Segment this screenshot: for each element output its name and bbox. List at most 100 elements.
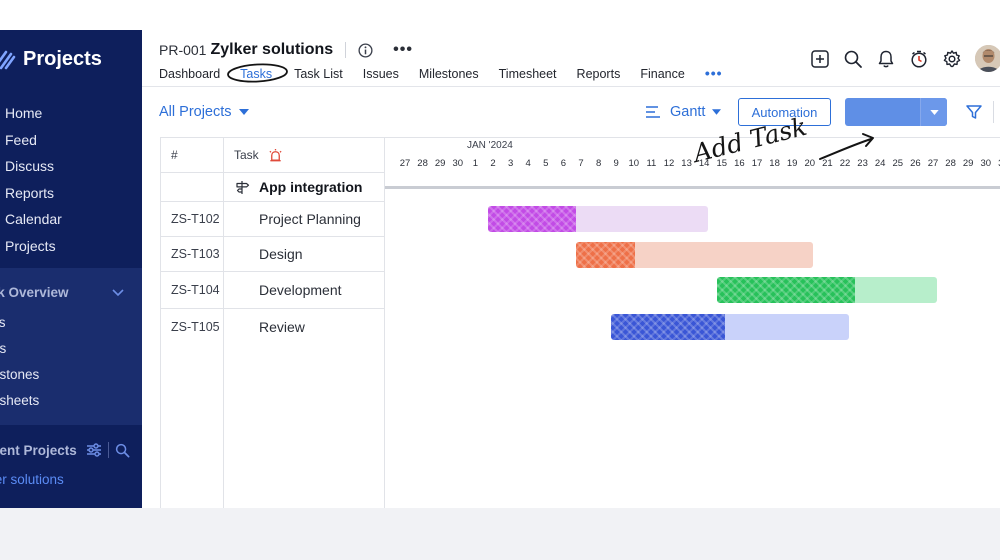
sidebar-item-calendar[interactable]: Calendar bbox=[5, 206, 62, 233]
task-column: Task App integration Project Planning De… bbox=[224, 138, 385, 508]
recent-project-item[interactable]: ker solutions bbox=[0, 472, 64, 487]
gantt-bar-progress bbox=[716, 277, 856, 303]
search-icon[interactable] bbox=[843, 49, 863, 69]
timeline-day: 3 bbox=[507, 158, 514, 169]
gantt-view-icon bbox=[646, 106, 660, 118]
task-name-cell[interactable]: Development bbox=[224, 272, 385, 309]
header-actions bbox=[810, 45, 1000, 72]
work-overview-panel: rk Overview ks gs estones esheets bbox=[0, 268, 142, 425]
all-projects-dropdown[interactable]: All Projects bbox=[159, 104, 249, 120]
gantt-bar-progress bbox=[575, 242, 636, 268]
tab-dashboard[interactable]: Dashboard bbox=[159, 67, 220, 81]
bell-icon[interactable] bbox=[876, 49, 896, 69]
gantt-bar-progress bbox=[487, 206, 576, 232]
sliders-icon[interactable] bbox=[86, 442, 102, 458]
tab-more-icon[interactable]: ••• bbox=[705, 66, 723, 81]
task-name-cell[interactable]: Review bbox=[224, 309, 385, 344]
work-overview-item-bugs[interactable]: gs bbox=[0, 335, 39, 361]
tab-tasks[interactable]: Tasks bbox=[227, 63, 289, 83]
gear-icon[interactable] bbox=[942, 49, 962, 69]
task-group-label: App integration bbox=[259, 179, 363, 195]
id-cell: ZS-T103 bbox=[161, 237, 224, 272]
timeline-day: 30 bbox=[452, 158, 464, 169]
timer-icon[interactable] bbox=[909, 49, 929, 69]
id-cell: ZS-T105 bbox=[171, 319, 220, 334]
project-tabs: Dashboard Tasks Task List Issues Milesto… bbox=[159, 63, 743, 83]
avatar[interactable] bbox=[975, 45, 1000, 72]
timeline-day: 1 bbox=[472, 158, 479, 169]
caret-down-icon bbox=[929, 109, 939, 115]
app-window: Projects Home Feed Discuss Reports Calen… bbox=[0, 30, 1000, 508]
project-id: PR-001 bbox=[159, 42, 207, 58]
id-cell: ZS-T104 bbox=[161, 272, 224, 309]
tab-issues[interactable]: Issues bbox=[363, 67, 399, 81]
sidebar-item-feed[interactable]: Feed bbox=[5, 127, 62, 154]
task-group-row[interactable]: App integration bbox=[224, 173, 385, 202]
timeline-day: 12 bbox=[663, 158, 675, 169]
id-column-header: # bbox=[161, 138, 224, 173]
group-summary-line bbox=[385, 186, 1000, 189]
all-projects-label: All Projects bbox=[159, 104, 232, 120]
work-overview-item-timesheets[interactable]: esheets bbox=[0, 387, 39, 413]
timeline-day: 28 bbox=[417, 158, 428, 169]
gantt-bar[interactable] bbox=[487, 206, 708, 232]
more-options-icon[interactable]: ••• bbox=[393, 42, 413, 58]
task-name-cell[interactable]: Design bbox=[224, 237, 385, 272]
info-icon[interactable] bbox=[358, 42, 373, 58]
gantt-bar[interactable] bbox=[575, 242, 814, 268]
projects-logo-icon bbox=[0, 50, 16, 70]
tab-timesheet[interactable]: Timesheet bbox=[499, 67, 557, 81]
timeline-day: 29 bbox=[434, 158, 446, 169]
add-task-button-main[interactable] bbox=[845, 98, 920, 126]
timeline-day: 28 bbox=[945, 158, 956, 169]
timeline-day: 5 bbox=[543, 158, 549, 169]
task-column-header-label: Task bbox=[234, 148, 259, 162]
gantt-grid: # ZS-T102 ZS-T103 ZS-T104 ZS-T105 Task A… bbox=[160, 137, 1000, 508]
sidebar-item-discuss[interactable]: Discuss bbox=[5, 153, 62, 180]
work-overview-header[interactable]: rk Overview bbox=[0, 285, 124, 300]
alarm-icon[interactable] bbox=[268, 148, 283, 163]
tab-task-list[interactable]: Task List bbox=[294, 67, 343, 81]
add-task-dropdown[interactable] bbox=[920, 98, 947, 126]
timeline-day: 13 bbox=[681, 158, 692, 169]
tab-reports[interactable]: Reports bbox=[577, 67, 621, 81]
search-icon[interactable] bbox=[115, 443, 130, 458]
project-header: PR-001 Zylker solutions ••• Dashboard Ta… bbox=[142, 30, 1000, 87]
recent-projects-header: cent Projects bbox=[0, 442, 134, 458]
chevron-down-icon[interactable] bbox=[112, 288, 124, 297]
filter-icon[interactable] bbox=[965, 103, 983, 121]
brand[interactable]: Projects bbox=[0, 44, 102, 74]
signpost-icon bbox=[236, 181, 250, 194]
task-name-cell[interactable]: Project Planning bbox=[224, 202, 385, 237]
user-avatar-icon bbox=[975, 45, 1000, 72]
work-overview-item-tasks[interactable]: ks bbox=[0, 309, 39, 335]
sidebar: Projects Home Feed Discuss Reports Calen… bbox=[0, 30, 142, 508]
timeline-day: 6 bbox=[560, 158, 567, 169]
work-overview-item-milestones[interactable]: estones bbox=[0, 361, 39, 387]
sidebar-item-reports[interactable]: Reports bbox=[5, 180, 62, 207]
divider bbox=[345, 42, 347, 58]
id-cell: ZS-T102 bbox=[161, 202, 224, 237]
timeline-day: 26 bbox=[910, 158, 921, 169]
timeline-day: 29 bbox=[962, 158, 974, 169]
gantt-bar[interactable] bbox=[610, 314, 849, 340]
tab-milestones[interactable]: Milestones bbox=[419, 67, 479, 81]
timeline-month-label: JAN '2024 bbox=[467, 140, 513, 151]
add-icon[interactable] bbox=[810, 49, 830, 69]
caret-down-icon bbox=[238, 109, 249, 115]
timeline-day: 2 bbox=[490, 158, 496, 169]
sidebar-item-projects[interactable]: Projects bbox=[5, 233, 62, 260]
gantt-bar[interactable] bbox=[716, 277, 937, 303]
timeline-days: 27 28 29 30 1 2 3 4 5 6 7 8 9 10 11 12 13 14 15 16 17 18 19 20 2… bbox=[385, 156, 1000, 173]
tab-finance[interactable]: Finance bbox=[640, 67, 684, 81]
gantt-bar-progress bbox=[610, 314, 725, 340]
timeline-day: 25 bbox=[892, 158, 904, 169]
timeline-day: 27 bbox=[927, 158, 939, 169]
page-footer-area bbox=[0, 508, 1000, 560]
gantt-timeline: JAN '2024 27 28 29 30 1 2 3 4 5 6 7 8 9 10 11 12 13 14 15 1… bbox=[385, 138, 1000, 508]
view-selector-label: Gantt bbox=[670, 104, 706, 120]
view-selector[interactable]: Gantt bbox=[645, 104, 722, 120]
add-task-button[interactable] bbox=[845, 98, 947, 126]
hand-drawn-circle bbox=[227, 63, 289, 83]
sidebar-item-home[interactable]: Home bbox=[5, 100, 62, 127]
